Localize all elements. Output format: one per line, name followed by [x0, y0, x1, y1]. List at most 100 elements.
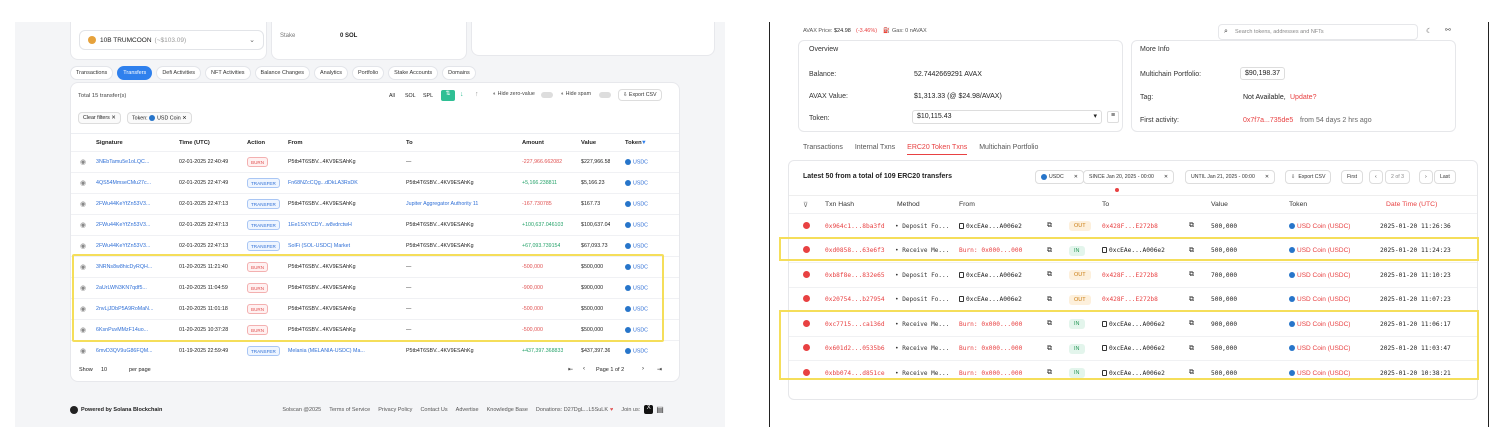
toggle-switch-spam[interactable]: [599, 92, 611, 98]
eye-icon[interactable]: ◉: [80, 221, 86, 229]
token-dropdown[interactable]: $10,115.43 ▾: [912, 110, 1102, 124]
tag-update-link[interactable]: Update?: [1290, 94, 1316, 101]
copy-icon[interactable]: ⧉: [1189, 222, 1194, 230]
search-input[interactable]: ⌕ Search tokens, addresses and NFTs: [1218, 24, 1418, 40]
col-datetime[interactable]: Date Time (UTC): [1386, 201, 1437, 208]
txn-hash-link[interactable]: 0x964c1...8ba3fd: [825, 223, 885, 230]
copy-icon[interactable]: ⧉: [1047, 222, 1052, 230]
txn-hash-link[interactable]: 0xb8f8e...832e65: [825, 272, 885, 279]
footer-contact[interactable]: Contact Us: [420, 407, 447, 413]
arrow-down-icon[interactable]: ↓: [460, 91, 464, 98]
token-list-icon[interactable]: ≡: [1107, 111, 1119, 123]
token-cell[interactable]: USDC: [625, 242, 648, 249]
token-cell[interactable]: USDC: [625, 347, 648, 354]
from-cell[interactable]: 0xcEAe...A006e2: [959, 222, 1022, 230]
from-cell[interactable]: P5tb4T6SBV...4KV9ESAhKg: [288, 159, 400, 165]
next-page-button[interactable]: ›: [1419, 170, 1433, 184]
close-icon[interactable]: ✕: [1074, 174, 1078, 180]
token-select[interactable]: 10B TRUMCOON (~$103.09) ⌄: [79, 30, 264, 50]
token-cell[interactable]: USDC: [625, 158, 648, 165]
footer-advertise[interactable]: Advertise: [456, 407, 479, 413]
prev-page-icon[interactable]: ‹: [583, 366, 585, 372]
filter-icon[interactable]: ▼: [641, 140, 647, 146]
close-icon[interactable]: ✕: [1164, 174, 1168, 180]
arrow-up-icon[interactable]: ↑: [475, 91, 479, 98]
signature-link[interactable]: 4QS54MmseCMu27c...: [96, 180, 174, 186]
from-cell[interactable]: P5tb4T6SBV...4KV9ESAhKg: [288, 201, 400, 207]
to-cell[interactable]: 0x428F...E272b8: [1102, 272, 1158, 279]
tab-domains[interactable]: Domains: [442, 66, 476, 80]
copy-icon[interactable]: ⧉: [1189, 271, 1194, 279]
close-icon[interactable]: ✕: [1265, 174, 1269, 180]
to-cell[interactable]: Jupiter Aggregator Authority 11: [406, 201, 518, 207]
token-filter-chip[interactable]: Token: USD Coin ✕: [127, 112, 192, 125]
tab-transactions[interactable]: Transactions: [803, 144, 843, 155]
signature-link[interactable]: 2FWu44KeYfZn53V3...: [96, 243, 174, 249]
to-cell[interactable]: P5tb4T6SBV...4KV9ESAhKg: [406, 243, 518, 249]
toggle-switch[interactable]: [541, 92, 553, 98]
from-cell[interactable]: 0xcEAe...A006e2: [959, 271, 1022, 279]
tab-erc20[interactable]: ERC20 Token Txns: [907, 144, 968, 155]
token-filter-chip[interactable]: USDC ✕: [1035, 170, 1085, 184]
x-icon[interactable]: X: [644, 405, 654, 414]
tab-nft[interactable]: NFT Activities: [205, 66, 251, 80]
tab-balance-changes[interactable]: Balance Changes: [254, 66, 310, 80]
filter-all[interactable]: All: [389, 93, 395, 99]
last-page-button[interactable]: Last: [1434, 170, 1456, 184]
since-filter-chip[interactable]: SINCE Jan 20, 2025 - 00:00 ✕: [1083, 170, 1175, 184]
from-cell[interactable]: 0xcEAe...A006e2: [959, 296, 1022, 303]
txn-hash-link[interactable]: 0x20754...b27954: [825, 296, 885, 303]
signature-link[interactable]: 2FWu44KeYfZn53V3...: [96, 222, 174, 228]
first-activity-hash[interactable]: 0x7f7a...735de5: [1243, 117, 1293, 124]
tab-portfolio[interactable]: Portfolio: [351, 66, 385, 80]
next-page-icon[interactable]: ›: [642, 366, 644, 372]
tab-multichain[interactable]: Multichain Portfolio: [979, 144, 1038, 155]
multichain-value[interactable]: $90,198.37: [1240, 67, 1286, 80]
token-cell[interactable]: USDC: [625, 221, 648, 228]
prev-page-button[interactable]: ‹: [1369, 170, 1383, 184]
from-cell[interactable]: Melania (MELANIA-USDC) Ma...: [288, 348, 400, 354]
last-page-icon[interactable]: ⇥: [657, 366, 662, 373]
copy-icon[interactable]: ⧉: [1047, 271, 1052, 279]
to-cell[interactable]: P5tb4T6SBV...4KV9ESAhKg: [406, 222, 518, 228]
clear-filters-button[interactable]: Clear filters ✕: [78, 112, 121, 124]
eye-icon[interactable]: ◉: [80, 158, 86, 166]
eye-icon[interactable]: ◉: [80, 347, 86, 355]
tab-transactions[interactable]: Transactions: [70, 66, 114, 80]
until-filter-chip[interactable]: UNTIL Jan 21, 2025 - 00:00 ✕: [1185, 170, 1276, 184]
copy-icon[interactable]: ⧉: [1047, 296, 1052, 304]
hide-spam-toggle[interactable]: ◐ Hide spam: [561, 91, 591, 97]
link-icon[interactable]: ⚯: [1445, 26, 1451, 34]
signature-link[interactable]: 2FWu44KeYfZn53V3...: [96, 201, 174, 207]
moon-icon[interactable]: ☾: [1426, 27, 1432, 35]
filter-sol[interactable]: SOL: [405, 93, 416, 99]
to-cell[interactable]: P5tb4T6SBV...4KV9ESAhKg: [406, 180, 518, 186]
to-cell[interactable]: P5tb4T6SBV...4KV9ESAhKg: [406, 348, 518, 354]
tab-defi[interactable]: Defi Activities: [156, 66, 202, 80]
copy-icon[interactable]: ⧉: [1189, 296, 1194, 304]
swap-filter-icon[interactable]: ⇅: [441, 90, 455, 101]
footer-terms[interactable]: Terms of Service: [329, 407, 370, 413]
tab-internal-txns[interactable]: Internal Txns: [855, 144, 895, 155]
footer-donations[interactable]: Donations: D27DgL...L5SuLK: [536, 407, 608, 413]
from-cell[interactable]: 1Ee1SXYCDY...w8vdrctwH: [288, 222, 400, 228]
export-csv-button[interactable]: ⇩ Export CSV: [618, 89, 662, 101]
export-csv-button[interactable]: ⇩ Export CSV: [1285, 170, 1332, 184]
eye-icon[interactable]: ◉: [80, 179, 86, 187]
to-cell[interactable]: —: [406, 159, 518, 165]
first-page-button[interactable]: First: [1341, 170, 1364, 184]
token-cell[interactable]: USDC: [625, 200, 648, 207]
token-cell[interactable]: USD Coin (USDC): [1289, 296, 1350, 303]
footer-privacy[interactable]: Privacy Policy: [378, 407, 412, 413]
tab-stake-accounts[interactable]: Stake Accounts: [388, 66, 439, 80]
eye-icon[interactable]: ◉: [80, 242, 86, 250]
page-size-select[interactable]: 10: [101, 367, 107, 373]
tab-analytics[interactable]: Analytics: [313, 66, 348, 80]
eye-icon[interactable]: ◉: [80, 200, 86, 208]
to-cell[interactable]: 0x428F...E272b8: [1102, 296, 1158, 303]
token-cell[interactable]: USD Coin (USDC): [1289, 223, 1350, 230]
tab-transfers[interactable]: Transfers: [117, 66, 153, 80]
hide-zero-toggle[interactable]: ◐ Hide zero-value: [493, 91, 535, 97]
from-cell[interactable]: Fn68NZcCQg...dDkLA3RsDK: [288, 180, 400, 186]
first-page-icon[interactable]: ⇤: [568, 366, 573, 373]
